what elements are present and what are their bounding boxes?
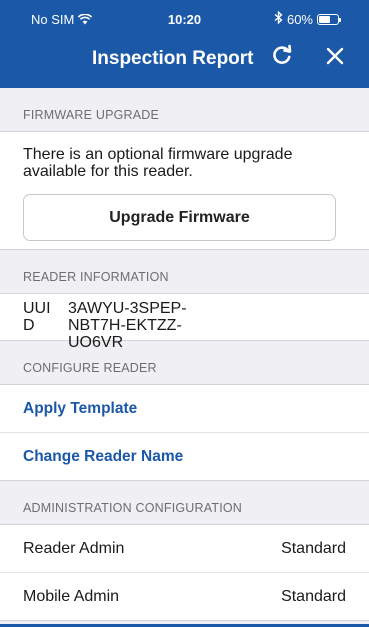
reader-admin-label: Reader Admin bbox=[23, 539, 125, 557]
top-bar: No SIM 10:20 60% Inspection Report bbox=[0, 0, 369, 88]
battery-percent: 60% bbox=[286, 11, 313, 27]
battery-fill bbox=[319, 15, 330, 23]
report-content: FIRMWARE UPGRADE There is an optional fi… bbox=[0, 88, 369, 621]
section-header-configure: CONFIGURE READER bbox=[0, 341, 369, 385]
uuid-value: 3AWYU-3SPEP-NBT7H-EKTZZ-UO6VR bbox=[68, 300, 187, 351]
nav-bar: Inspection Report bbox=[0, 34, 369, 88]
apply-template-row[interactable]: Apply Template bbox=[0, 385, 369, 433]
change-reader-name-link[interactable]: Change Reader Name bbox=[23, 448, 183, 466]
change-reader-name-row[interactable]: Change Reader Name bbox=[0, 433, 369, 481]
firmware-card: There is an optional firmware upgrade av… bbox=[0, 132, 369, 250]
upgrade-firmware-button[interactable]: Upgrade Firmware bbox=[23, 194, 336, 241]
section-header-firmware: FIRMWARE UPGRADE bbox=[0, 88, 369, 132]
status-bar: No SIM 10:20 60% bbox=[0, 0, 369, 34]
page-title: Inspection Report bbox=[92, 48, 254, 69]
reader-admin-value: Standard bbox=[281, 539, 346, 557]
battery-icon bbox=[317, 13, 341, 25]
uuid-row: UUID 3AWYU-3SPEP-NBT7H-EKTZZ-UO6VR bbox=[0, 294, 369, 351]
reader-admin-row[interactable]: Reader Admin Standard bbox=[0, 525, 369, 573]
section-header-admin: ADMINISTRATION CONFIGURATION bbox=[0, 481, 369, 525]
firmware-message: There is an optional firmware upgrade av… bbox=[23, 146, 293, 180]
close-icon[interactable] bbox=[325, 42, 345, 73]
mobile-admin-label: Mobile Admin bbox=[23, 587, 120, 605]
bluetooth-icon bbox=[274, 10, 283, 27]
uuid-label: UUID bbox=[23, 300, 51, 334]
section-header-reader-info: READER INFORMATION bbox=[0, 250, 369, 294]
mobile-admin-value: Standard bbox=[281, 587, 346, 605]
refresh-icon[interactable] bbox=[271, 44, 293, 72]
app-screen: No SIM 10:20 60% Inspection Report FIRMW… bbox=[0, 0, 369, 627]
apply-template-link[interactable]: Apply Template bbox=[23, 400, 137, 418]
status-right: 60% bbox=[274, 10, 341, 27]
mobile-admin-row[interactable]: Mobile Admin Standard bbox=[0, 573, 369, 621]
